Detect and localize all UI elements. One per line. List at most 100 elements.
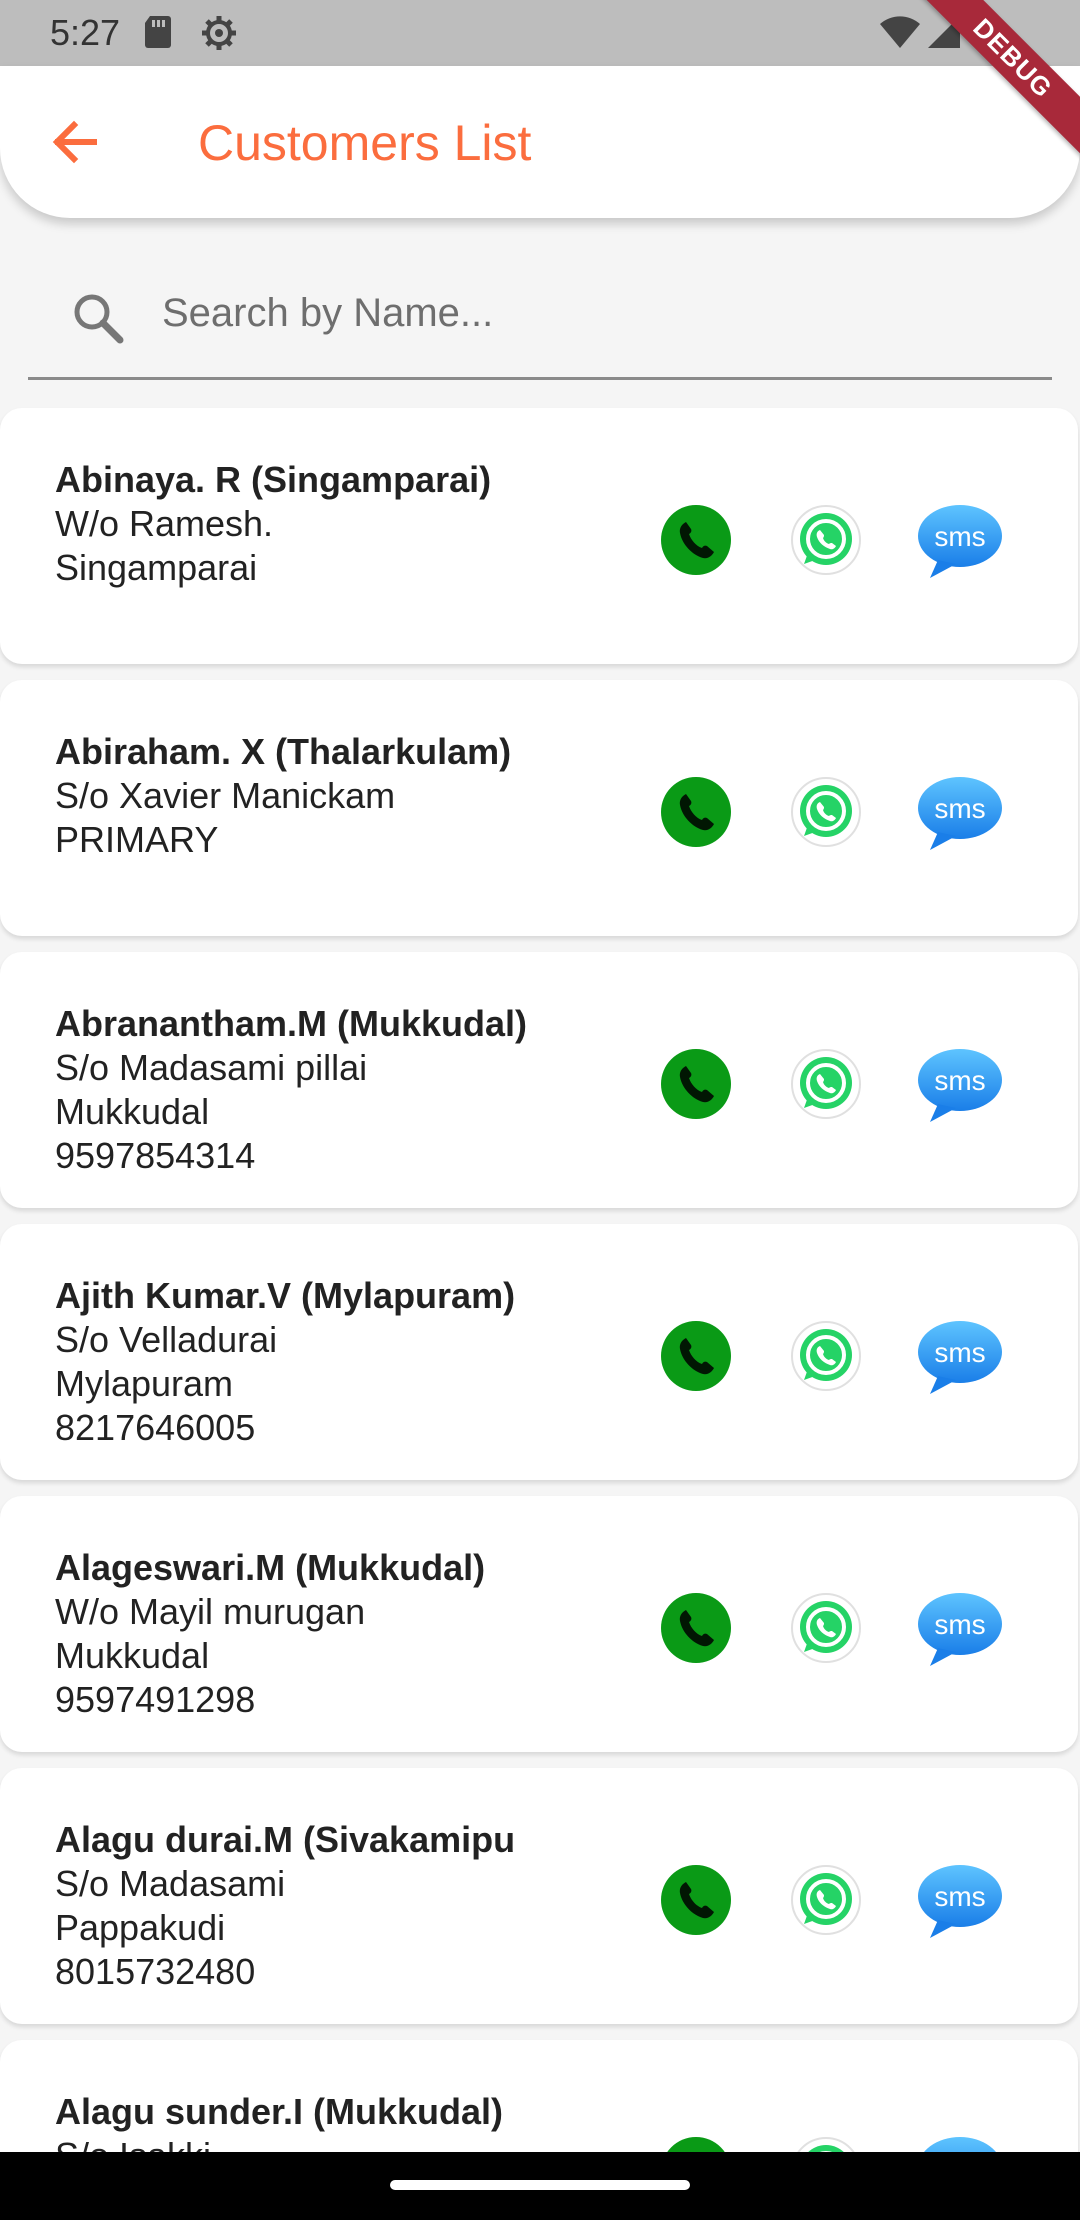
phone-icon [660, 777, 732, 852]
customer-details: Ajith Kumar.V (Mylapuram) S/o Velladurai M… [55, 1274, 655, 1450]
whatsapp-button[interactable] [790, 1320, 862, 1392]
search-icon [68, 288, 128, 348]
contact-actions: sms [660, 1224, 1020, 1480]
svg-text:sms: sms [934, 1337, 985, 1368]
sd-card-icon [142, 14, 174, 55]
customer-card[interactable]: Abiraham. X (Thalarkulam) S/o Xavier Mani… [0, 680, 1078, 936]
contact-actions: sms [660, 1496, 1020, 1752]
whatsapp-icon [790, 1049, 862, 1124]
svg-text:sms: sms [934, 1881, 985, 1912]
customer-name: Alageswari.M (Mukkudal) [55, 1547, 486, 1588]
svg-text:sms: sms [934, 521, 985, 552]
customer-details: Abranantham.M (Mukkudal) S/o Madasami pil… [55, 1002, 655, 1178]
phone-icon [660, 1049, 732, 1124]
customer-name: Alagu durai.M (Sivakamipu [55, 1819, 516, 1860]
customer-list: Abinaya. R (Singamparai) W/o Ramesh. Singa… [0, 408, 1080, 2220]
call-button[interactable] [660, 776, 732, 848]
customer-relation: W/o Mayil murugan [55, 1591, 366, 1632]
back-button[interactable] [46, 112, 106, 172]
customer-place: Pappakudi [55, 1907, 226, 1948]
whatsapp-icon [790, 1865, 862, 1940]
whatsapp-button[interactable] [790, 1048, 862, 1120]
customer-name: Alagu sunder.I (Mukkudal) [55, 2091, 504, 2132]
sms-button[interactable]: sms [916, 1864, 1004, 1938]
customer-details: Abinaya. R (Singamparai) W/o Ramesh. Singa… [55, 458, 655, 590]
sms-button[interactable]: sms [916, 1320, 1004, 1394]
phone-icon [660, 505, 732, 580]
svg-text:sms: sms [934, 793, 985, 824]
wifi-icon [878, 14, 922, 55]
sms-button[interactable]: sms [916, 1592, 1004, 1666]
home-gesture-handle[interactable] [390, 2180, 690, 2190]
customer-details: Alageswari.M (Mukkudal) W/o Mayil murugan… [55, 1546, 655, 1722]
customer-phone: 9597854314 [55, 1135, 256, 1176]
call-button[interactable] [660, 504, 732, 576]
whatsapp-icon [790, 505, 862, 580]
svg-text:sms: sms [934, 1609, 985, 1640]
customer-details: Alagu durai.M (Sivakamipu S/o Madasami Pap… [55, 1818, 655, 1994]
call-button[interactable] [660, 1048, 732, 1120]
customer-place: Singamparai [55, 547, 258, 588]
customer-name: Ajith Kumar.V (Mylapuram) [55, 1275, 516, 1316]
customer-relation: W/o Ramesh. [55, 503, 274, 544]
customer-relation: S/o Velladurai [55, 1319, 278, 1360]
back-arrow-icon [52, 120, 97, 164]
customer-phone: 8015732480 [55, 1951, 256, 1992]
customer-details: Abiraham. X (Thalarkulam) S/o Xavier Mani… [55, 730, 655, 862]
customer-place: Mylapuram [55, 1363, 234, 1404]
customer-card[interactable]: Ajith Kumar.V (Mylapuram) S/o Velladurai M… [0, 1224, 1078, 1480]
customer-relation: S/o Madasami pillai [55, 1047, 368, 1088]
sms-icon: sms [916, 777, 1004, 856]
status-bar: 5:27 [0, 0, 1080, 66]
whatsapp-icon [790, 1321, 862, 1396]
sms-icon: sms [916, 1865, 1004, 1944]
search-bar [28, 250, 1052, 380]
contact-actions: sms [660, 952, 1020, 1208]
customer-card[interactable]: Abranantham.M (Mukkudal) S/o Madasami pil… [0, 952, 1078, 1208]
customer-card[interactable]: Alageswari.M (Mukkudal) W/o Mayil murugan… [0, 1496, 1078, 1752]
search-underline [28, 377, 1052, 380]
sms-icon: sms [916, 1321, 1004, 1400]
customer-phone: 9597491298 [55, 1679, 256, 1720]
customer-relation: S/o Xavier Manickam [55, 775, 396, 816]
sms-button[interactable]: sms [916, 1048, 1004, 1122]
whatsapp-icon [790, 777, 862, 852]
customer-card[interactable]: Abinaya. R (Singamparai) W/o Ramesh. Singa… [0, 408, 1078, 664]
phone-icon [660, 1593, 732, 1668]
call-button[interactable] [660, 1864, 732, 1936]
svg-text:sms: sms [934, 1065, 985, 1096]
whatsapp-button[interactable] [790, 1864, 862, 1936]
phone-icon [660, 1865, 732, 1940]
app-bar: Customers List [0, 66, 1080, 218]
sms-icon: sms [916, 505, 1004, 584]
customer-card[interactable]: Alagu durai.M (Sivakamipu S/o Madasami Pap… [0, 1768, 1078, 2024]
call-button[interactable] [660, 1320, 732, 1392]
sms-icon: sms [916, 1049, 1004, 1128]
contact-actions: sms [660, 680, 1020, 936]
screen: 5:27 DEBUG Customers List Search by Name… [0, 0, 1080, 2220]
status-time: 5:27 [50, 12, 121, 53]
search-input[interactable] [160, 280, 1024, 346]
customer-place: PRIMARY [55, 819, 219, 860]
whatsapp-icon [790, 1593, 862, 1668]
sms-icon: sms [916, 1593, 1004, 1672]
call-button[interactable] [660, 1592, 732, 1664]
customer-place: Mukkudal [55, 1091, 210, 1132]
whatsapp-button[interactable] [790, 776, 862, 848]
system-navigation-bar [0, 2152, 1080, 2220]
sms-button[interactable]: sms [916, 776, 1004, 850]
sms-button[interactable]: sms [916, 504, 1004, 578]
customer-place: Mukkudal [55, 1635, 210, 1676]
customer-name: Abinaya. R (Singamparai) [55, 459, 492, 500]
whatsapp-button[interactable] [790, 1592, 862, 1664]
page-title: Customers List [198, 115, 532, 171]
customer-name: Abranantham.M (Mukkudal) [55, 1003, 528, 1044]
whatsapp-button[interactable] [790, 504, 862, 576]
customer-relation: S/o Madasami [55, 1863, 286, 1904]
contact-actions: sms [660, 1768, 1020, 2024]
contact-actions: sms [660, 408, 1020, 664]
customer-phone: 8217646005 [55, 1407, 256, 1448]
customer-name: Abiraham. X (Thalarkulam) [55, 731, 512, 772]
phone-icon [660, 1321, 732, 1396]
settings-gear-icon [200, 14, 238, 57]
